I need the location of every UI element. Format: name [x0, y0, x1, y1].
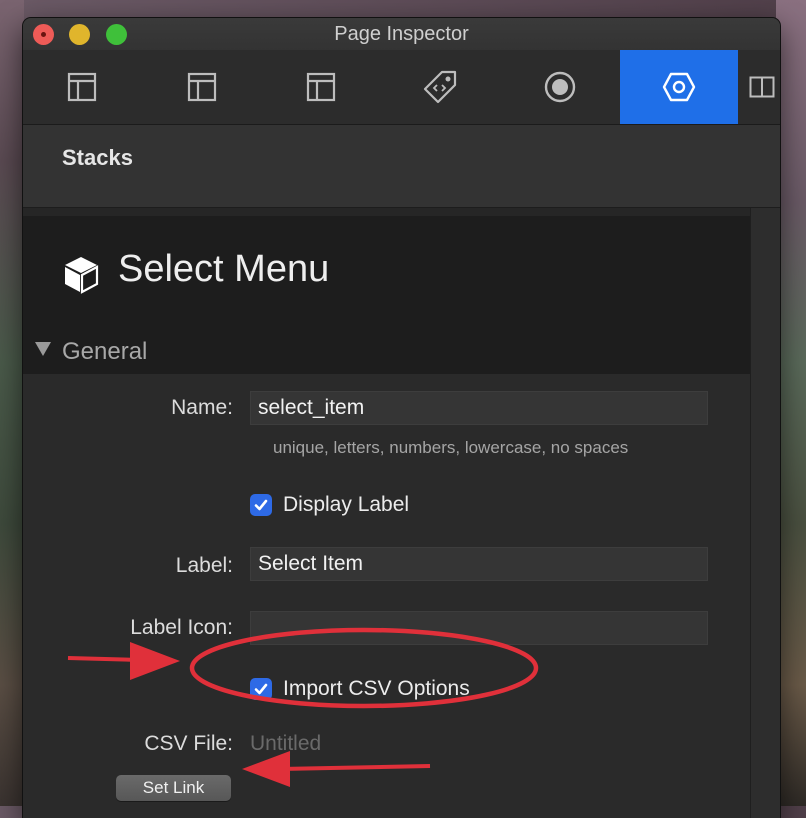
tab-styles[interactable] — [501, 50, 619, 124]
split-panel-icon — [749, 76, 775, 98]
label-label: Label: — [175, 554, 233, 577]
layout-icon — [306, 72, 336, 102]
label-icon-input[interactable] — [250, 611, 708, 645]
label-icon-label: Label Icon: — [130, 616, 233, 639]
page-inspector-window: Page Inspector Stacks Select Menu Genera… — [23, 18, 780, 818]
minimize-button[interactable] — [69, 24, 90, 45]
title-bar[interactable]: Page Inspector — [23, 18, 780, 50]
label-input[interactable]: Select Item — [250, 547, 708, 581]
zoom-button[interactable] — [106, 24, 127, 45]
set-link-button[interactable]: Set Link — [116, 775, 231, 801]
stacks-header: Stacks — [23, 125, 780, 208]
desktop-background-left — [0, 0, 24, 806]
tab-page-layout-1[interactable] — [23, 50, 141, 124]
divider — [23, 208, 780, 216]
name-input[interactable]: select_item — [250, 391, 708, 425]
hexagon-gear-icon — [662, 72, 696, 102]
csv-file-value: Untitled — [250, 732, 322, 755]
import-csv-text: Import CSV Options — [283, 677, 470, 700]
stack-settings-panel: Select Menu General Name: select_item un… — [23, 216, 750, 818]
scrollbar[interactable] — [750, 208, 780, 818]
desktop-background-right — [776, 0, 806, 806]
checkmark-icon — [254, 499, 268, 511]
import-csv-checkbox-row[interactable]: Import CSV Options — [250, 677, 470, 701]
inspector-toolbar — [23, 50, 780, 125]
tab-metadata[interactable] — [381, 50, 499, 124]
name-label: Name: — [171, 396, 233, 419]
tab-page-layout-2[interactable] — [143, 50, 261, 124]
display-label-text: Display Label — [283, 493, 410, 516]
tab-page-layout-3[interactable] — [262, 50, 380, 124]
toggle-panel-button[interactable] — [744, 50, 780, 124]
layout-icon — [187, 72, 217, 102]
checkmark-icon — [254, 683, 268, 695]
window-title: Page Inspector — [334, 23, 469, 45]
cube-icon — [65, 257, 99, 294]
csv-file-label: CSV File: — [144, 732, 233, 755]
stack-title: Select Menu — [118, 248, 330, 290]
tab-stacks[interactable] — [620, 50, 738, 124]
circle-icon — [544, 71, 576, 103]
section-title: General — [62, 338, 148, 365]
display-label-checkbox[interactable] — [250, 494, 272, 516]
stacks-title: Stacks — [62, 145, 133, 170]
close-button[interactable] — [33, 24, 54, 45]
name-hint: unique, letters, numbers, lowercase, no … — [273, 438, 629, 457]
section-general[interactable]: General — [23, 334, 750, 374]
import-csv-checkbox[interactable] — [250, 678, 272, 700]
disclosure-triangle-icon[interactable] — [35, 342, 51, 356]
layout-icon — [67, 72, 97, 102]
tag-icon — [423, 70, 457, 104]
display-label-checkbox-row[interactable]: Display Label — [250, 493, 409, 517]
